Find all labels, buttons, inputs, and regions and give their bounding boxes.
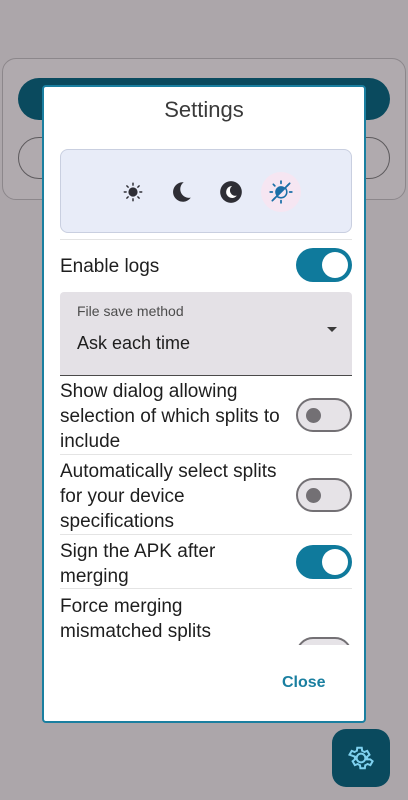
light-mode-icon: [123, 182, 143, 202]
auto-select-splits-toggle[interactable]: [296, 478, 352, 512]
theme-selector: [60, 149, 352, 233]
file-save-method-select[interactable]: File save method Ask each time: [60, 292, 352, 376]
black-theme-icon: [220, 181, 242, 203]
close-button[interactable]: Close: [282, 674, 326, 692]
black-theme-button[interactable]: [211, 172, 251, 212]
dialog-title: Settings: [164, 97, 244, 122]
system-theme-button[interactable]: [261, 172, 301, 212]
divider: [60, 588, 352, 589]
scroll-viewport: Force merging mismatched splits: [44, 592, 364, 645]
enable-logs-label: Enable logs: [60, 256, 160, 277]
divider: [60, 239, 352, 240]
file-save-method-label: File save method: [77, 303, 184, 319]
dark-theme-button[interactable]: [161, 172, 201, 212]
system-theme-icon: [269, 180, 293, 204]
settings-fab[interactable]: [332, 729, 390, 787]
file-save-method-value: Ask each time: [77, 333, 191, 353]
dark-mode-icon: [173, 182, 191, 202]
split-selection-dialog-label: Show dialog allowing selection of which …: [60, 381, 280, 452]
divider: [60, 534, 352, 535]
settings-dialog: Settings Enable logs File save method As…: [42, 85, 366, 723]
auto-select-splits-label: Automatically select splits for your dev…: [60, 461, 277, 532]
split-selection-dialog-toggle[interactable]: [296, 398, 352, 432]
divider: [60, 454, 352, 455]
gear-icon: [348, 746, 374, 770]
sign-apk-label: Sign the APK after merging: [60, 541, 216, 587]
sign-apk-toggle[interactable]: [296, 545, 352, 579]
light-theme-button[interactable]: [113, 172, 153, 212]
dropdown-arrow-icon: [327, 327, 337, 332]
enable-logs-toggle[interactable]: [296, 248, 352, 282]
force-merge-toggle[interactable]: [296, 637, 352, 645]
force-merge-label: Force merging mismatched splits: [60, 596, 211, 642]
